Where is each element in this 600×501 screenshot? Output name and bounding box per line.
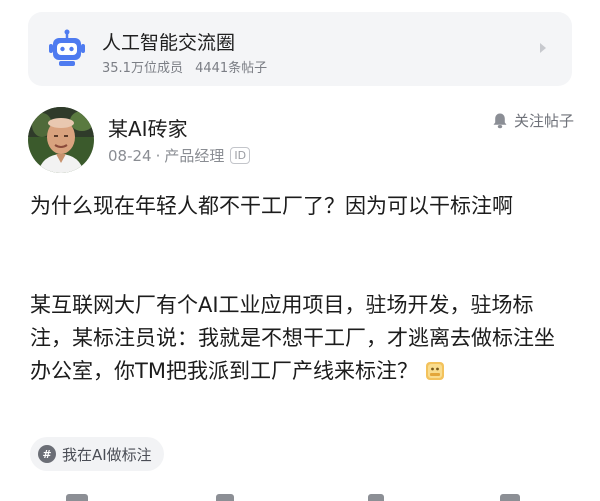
chevron-right-icon	[540, 43, 546, 53]
post-date: 08-24	[108, 146, 152, 165]
post-title: 为什么现在年轻人都不干工厂了？因为可以干标注啊	[30, 194, 513, 218]
hashtag-icon: #	[38, 445, 56, 463]
meta-separator: ·	[155, 146, 161, 165]
follow-post-button[interactable]: 关注帖子	[492, 110, 574, 131]
author-meta: 08-24 · 产品经理 ID	[108, 145, 251, 166]
topic-tag[interactable]: # 我在AI做标注	[30, 437, 164, 471]
follow-post-label: 关注帖子	[513, 112, 574, 130]
group-posts-count: 4441条帖子	[195, 61, 268, 76]
emoji-icon	[425, 362, 444, 380]
avatar[interactable]	[28, 107, 94, 173]
favorite-icon[interactable]	[500, 494, 520, 501]
robot-icon	[49, 29, 85, 66]
topic-tag-label: 我在AI做标注	[62, 445, 152, 464]
id-badge: ID	[230, 147, 251, 164]
group-stats: 35.1万位成员 4441条帖子	[102, 57, 267, 76]
bell-icon	[493, 113, 507, 129]
author-name[interactable]: 某AI砖家	[108, 113, 188, 142]
comment-icon[interactable]	[216, 494, 234, 501]
group-members-count: 35.1万位成员	[102, 61, 183, 76]
post-body: 某互联网大厂有个AI工业应用项目，驻场开发，驻场标注，某标注员说：我就是不想干工…	[30, 289, 575, 388]
group-card[interactable]: 人工智能交流圈 35.1万位成员 4441条帖子	[28, 12, 572, 86]
like-icon[interactable]	[368, 494, 384, 501]
post-body-text: 某互联网大厂有个AI工业应用项目，驻场开发，驻场标注，某标注员说：我就是不想干工…	[30, 293, 555, 383]
author-role: 产品经理	[164, 147, 225, 165]
bottom-action-bar	[0, 490, 600, 501]
group-name: 人工智能交流圈	[102, 32, 236, 54]
share-icon[interactable]	[66, 494, 88, 501]
